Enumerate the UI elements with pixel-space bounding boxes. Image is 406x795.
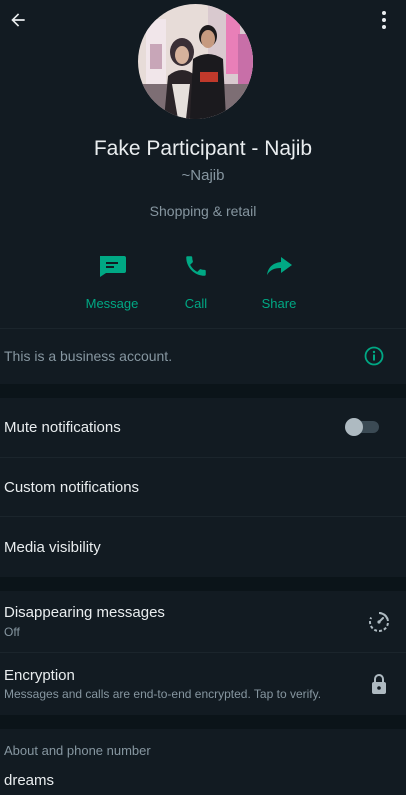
- disappearing-messages-label[interactable]: Disappearing messages: [4, 604, 165, 621]
- info-icon[interactable]: [364, 346, 384, 366]
- arrow-left-icon: [11, 13, 25, 27]
- contact-name: Fake Participant - Najib: [93, 137, 313, 160]
- custom-notifications-label[interactable]: Custom notifications: [4, 479, 139, 496]
- mute-toggle[interactable]: [345, 418, 381, 436]
- toggle-knob: [345, 418, 363, 436]
- section-gap: [0, 577, 406, 591]
- share-label: Share: [261, 296, 297, 311]
- divider: [0, 652, 406, 653]
- more-vertical-icon: [382, 11, 386, 29]
- media-visibility-label[interactable]: Media visibility: [4, 539, 101, 556]
- back-button[interactable]: [6, 8, 30, 32]
- message-button[interactable]: Message: [72, 250, 152, 311]
- divider: [0, 328, 406, 329]
- disappearing-messages-value: Off: [4, 625, 20, 639]
- call-button[interactable]: Call: [156, 250, 236, 311]
- section-gap: [0, 384, 406, 398]
- message-icon: [100, 256, 126, 277]
- call-label: Call: [184, 296, 208, 311]
- message-label: Message: [85, 296, 139, 311]
- more-options-button[interactable]: [378, 8, 390, 32]
- business-category: Shopping & retail: [149, 203, 257, 219]
- share-button[interactable]: Share: [239, 250, 319, 311]
- phone-icon: [186, 256, 206, 276]
- business-account-notice[interactable]: This is a business account.: [4, 348, 172, 364]
- encryption-description: Messages and calls are end-to-end encryp…: [4, 687, 322, 701]
- encryption-label[interactable]: Encryption: [4, 667, 75, 684]
- share-icon: [267, 257, 292, 275]
- contact-info-screen: Fake Participant - Najib ~Najib Shopping…: [0, 0, 406, 795]
- divider: [0, 516, 406, 517]
- about-text[interactable]: dreams: [4, 772, 54, 789]
- profile-photo: [138, 4, 253, 119]
- avatar[interactable]: [138, 4, 253, 119]
- divider: [0, 457, 406, 458]
- section-gap: [0, 715, 406, 729]
- lock-icon: [372, 674, 386, 694]
- about-section-label: About and phone number: [4, 743, 151, 758]
- contact-pushname: ~Najib: [181, 167, 225, 184]
- timer-icon: [369, 611, 389, 632]
- mute-notifications-label[interactable]: Mute notifications: [4, 419, 121, 436]
